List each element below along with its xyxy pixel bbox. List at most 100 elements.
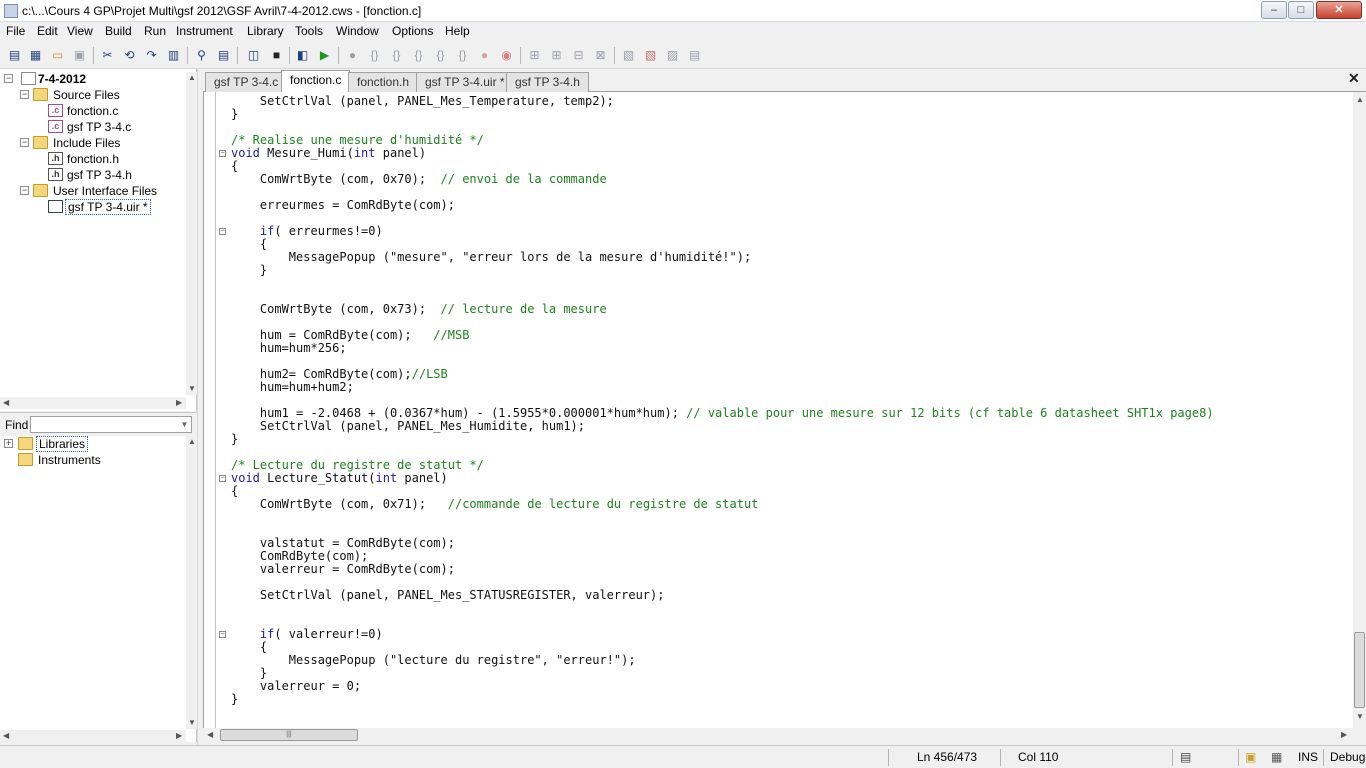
collapse-icon[interactable]: −	[20, 90, 29, 99]
title-bar: c:\...\Cours 4 GP\Projet Multi\gsf 2012\…	[0, 0, 1366, 22]
tab-gsf-tp-3-4-h[interactable]: gsf TP 3-4.h	[506, 72, 589, 92]
diff-icon[interactable]: ▧	[642, 47, 659, 64]
scroll-right-icon[interactable]: ▶	[1341, 730, 1347, 739]
library-horizontal-scrollbar[interactable]: ◀ ▶	[0, 730, 186, 742]
menu-file[interactable]: File	[6, 24, 25, 38]
format-icon[interactable]: ▨	[664, 47, 681, 64]
menu-run[interactable]: Run	[144, 24, 166, 38]
scroll-down-icon[interactable]: ▼	[188, 384, 196, 393]
menu-help[interactable]: Help	[445, 24, 470, 38]
code-editor[interactable]: − − − − SetCtrlVal (panel, PANEL_Mes_Tem…	[203, 92, 1353, 728]
new-icon[interactable]: ▤	[6, 47, 23, 64]
scroll-down-icon[interactable]: ▼	[188, 718, 196, 727]
folder-ui-files[interactable]: − User Interface Files	[20, 183, 185, 199]
run-to-cursor-icon[interactable]: {}	[432, 47, 449, 64]
file-item[interactable]: .c fonction.c	[48, 103, 183, 119]
collapse-icon[interactable]: −	[4, 74, 13, 83]
file-item[interactable]: gsf TP 3-4.uir *	[48, 199, 183, 215]
fold-icon[interactable]: −	[219, 150, 226, 157]
run-to-icon[interactable]: ↷	[143, 47, 160, 64]
close-tab-icon[interactable]: ✕	[1348, 70, 1360, 87]
cut-icon[interactable]: ✂	[99, 47, 116, 64]
expand-icon[interactable]: +	[4, 439, 13, 448]
printer-icon[interactable]: ▤	[1180, 750, 1191, 764]
folder-icon	[18, 437, 33, 450]
step-over-icon[interactable]: {}	[388, 47, 405, 64]
menu-view[interactable]: View	[67, 24, 93, 38]
go-icon[interactable]: ●	[344, 47, 361, 64]
menu-window[interactable]: Window	[336, 24, 379, 38]
library-item-instruments[interactable]: Instruments	[18, 452, 183, 468]
close-window-button[interactable]: ✕	[1316, 1, 1362, 19]
file-item[interactable]: .c gsf TP 3-4.c	[48, 119, 183, 135]
scroll-right-icon[interactable]: ▶	[176, 398, 182, 407]
step-out-icon[interactable]: {}	[410, 47, 427, 64]
editor-vertical-thumb[interactable]	[1354, 632, 1365, 708]
tree-horizontal-scrollbar[interactable]: ◀ ▶	[0, 397, 186, 409]
fold-icon[interactable]: −	[219, 631, 226, 638]
finish-icon[interactable]: {}	[454, 47, 471, 64]
variables-icon[interactable]: ⊞	[548, 47, 565, 64]
scroll-right-icon[interactable]: ▶	[176, 731, 182, 740]
scroll-up-icon[interactable]: ▲	[188, 437, 196, 446]
run-icon[interactable]: ▶	[316, 47, 333, 64]
menu-instrument[interactable]: Instrument	[176, 24, 233, 38]
tab-fonction-h[interactable]: fonction.h	[348, 72, 419, 92]
scroll-up-icon[interactable]: ▲	[1356, 95, 1364, 104]
stop-icon[interactable]: ■	[268, 47, 285, 64]
menu-options[interactable]: Options	[392, 24, 433, 38]
library-item-libraries[interactable]: + Libraries	[4, 436, 184, 452]
menu-tools[interactable]: Tools	[295, 24, 323, 38]
panel-icon[interactable]: ▥	[165, 47, 182, 64]
menu-library[interactable]: Library	[247, 24, 284, 38]
folder-include-files[interactable]: − Include Files	[20, 135, 185, 151]
tab-gsf-tp-3-4-uir[interactable]: gsf TP 3-4.uir *	[416, 72, 514, 92]
code-line: SetCtrlVal (panel, PANEL_Mes_Humidite, h…	[231, 419, 586, 433]
watch-icon[interactable]: ⊞	[526, 47, 543, 64]
save-icon[interactable]: ▣	[71, 47, 88, 64]
folder-icon	[33, 136, 48, 149]
workspace-item[interactable]: − 7-4-2012	[4, 71, 184, 87]
fold-icon[interactable]: −	[219, 228, 226, 235]
scroll-left-icon[interactable]: ◀	[207, 730, 213, 739]
scroll-down-icon[interactable]: ▼	[1356, 712, 1364, 721]
step-into-icon[interactable]: {}	[366, 47, 383, 64]
menu-edit[interactable]: Edit	[37, 24, 58, 38]
find-dropdown-icon[interactable]: ▼	[178, 417, 191, 432]
memory-icon[interactable]: ⊟	[570, 47, 587, 64]
tab-fonction-c[interactable]: fonction.c	[281, 70, 351, 93]
find-input[interactable]	[30, 416, 192, 433]
maximize-button[interactable]: □	[1288, 1, 1314, 19]
file-item[interactable]: .h gsf TP 3-4.h	[48, 167, 183, 183]
build-icon[interactable]: ◫	[245, 47, 262, 64]
minimize-button[interactable]: –	[1261, 1, 1287, 19]
fold-icon[interactable]: −	[219, 475, 226, 482]
library-vertical-scrollbar[interactable]: ▲ ▼	[186, 436, 197, 729]
find-label: Find	[5, 418, 29, 432]
open-icon[interactable]: ▭	[49, 47, 66, 64]
editor-horizontal-scrollbar[interactable]: ◀ ▶	[203, 728, 1353, 742]
open-uir-icon[interactable]: ▦	[27, 47, 44, 64]
scroll-up-icon[interactable]: ▲	[188, 73, 196, 82]
stack-icon[interactable]: ⊠	[592, 47, 609, 64]
tree-vertical-scrollbar[interactable]: ▲ ▼	[186, 72, 197, 395]
menu-build[interactable]: Build	[105, 24, 132, 38]
collapse-icon[interactable]: −	[20, 186, 29, 195]
file-item[interactable]: .h fonction.h	[48, 151, 183, 167]
compile-icon[interactable]: ▤	[215, 47, 232, 64]
editor-horizontal-thumb[interactable]: |||	[220, 729, 358, 741]
scroll-left-icon[interactable]: ◀	[3, 398, 9, 407]
lock-icon[interactable]: ▣	[1245, 750, 1256, 764]
recall-panel-icon[interactable]: ⟲	[121, 47, 138, 64]
scroll-left-icon[interactable]: ◀	[3, 731, 9, 740]
help-icon[interactable]: ▤	[686, 47, 703, 64]
breakpoint-icon[interactable]: ◉	[498, 47, 515, 64]
stop-debug-icon[interactable]: ●	[476, 47, 493, 64]
find-icon[interactable]: ⚲	[193, 47, 210, 64]
folder-source-files[interactable]: − Source Files	[20, 87, 185, 103]
tab-gsf-tp-3-4-c[interactable]: gsf TP 3-4.c	[205, 72, 288, 92]
compare-icon[interactable]: ▧	[620, 47, 637, 64]
code-line: valerreur = 0;	[231, 679, 362, 693]
collapse-icon[interactable]: −	[20, 138, 29, 147]
debug-icon[interactable]: ◧	[294, 47, 311, 64]
